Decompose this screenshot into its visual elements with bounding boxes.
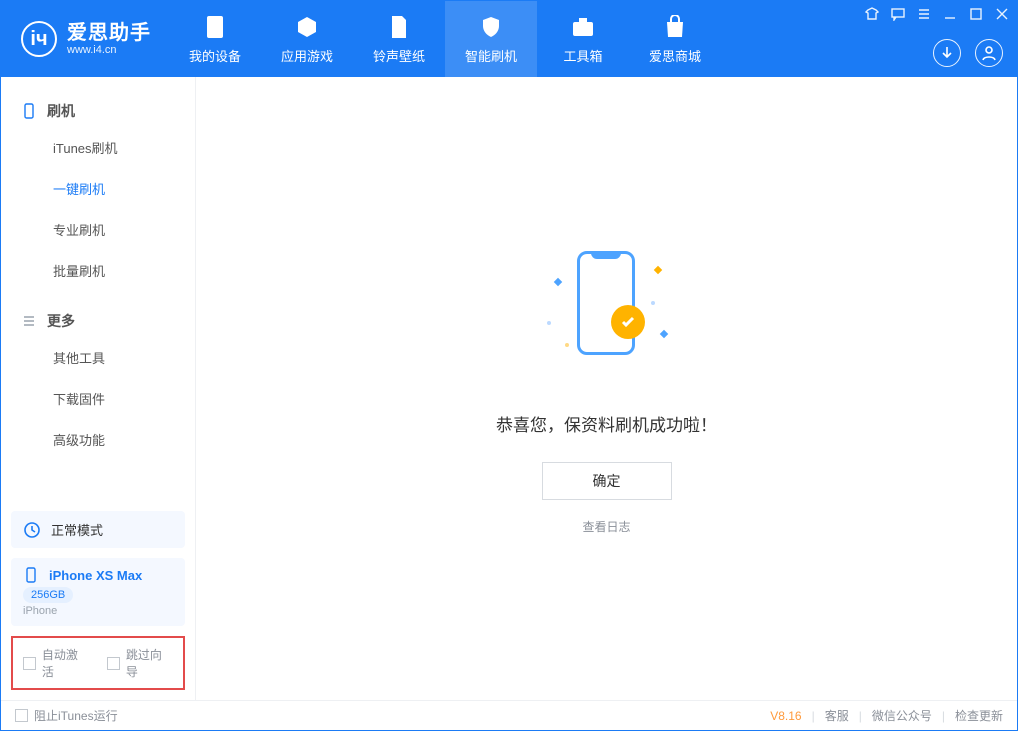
nav-batch-flash[interactable]: 批量刷机 — [1, 250, 195, 291]
header-actions — [933, 39, 1003, 67]
tab-label: 工具箱 — [563, 46, 602, 65]
nav-other-tools[interactable]: 其他工具 — [1, 337, 195, 378]
logo-icon: iч — [21, 21, 57, 57]
device-info-card[interactable]: iPhone XS Max 256GB iPhone — [11, 558, 185, 626]
success-message: 恭喜您，保资料刷机成功啦！ — [496, 411, 717, 436]
section-label: 更多 — [47, 311, 75, 331]
section-flash: 刷机 — [1, 95, 195, 127]
device-area: 正常模式 iPhone XS Max 256GB iPhone 自动激活 跳过向… — [1, 511, 195, 700]
account-button[interactable] — [975, 39, 1003, 67]
device-storage-badge: 256GB — [23, 587, 73, 603]
downloads-button[interactable] — [933, 39, 961, 67]
main-tabs: 我的设备 应用游戏 铃声壁纸 智能刷机 工具箱 爱思商城 — [169, 1, 721, 77]
checkbox-icon — [15, 709, 28, 722]
menu-icon[interactable] — [917, 7, 931, 21]
app-url: www.i4.cn — [67, 44, 151, 56]
cube-icon — [294, 14, 320, 40]
checkbox-label: 自动激活 — [42, 646, 89, 680]
main-content: 恭喜您，保资料刷机成功啦！ 确定 查看日志 — [196, 77, 1017, 700]
tab-store[interactable]: 爱思商城 — [629, 1, 721, 77]
shirt-icon[interactable] — [865, 7, 879, 21]
device-icon — [202, 14, 228, 40]
section-label: 刷机 — [47, 101, 75, 121]
feedback-icon[interactable] — [891, 7, 905, 21]
tab-smart-flash[interactable]: 智能刷机 — [445, 1, 537, 77]
nav-pro-flash[interactable]: 专业刷机 — [1, 209, 195, 250]
device-mode-label: 正常模式 — [51, 520, 103, 539]
app-name: 爱思助手 — [67, 22, 151, 44]
title-bar: iч 爱思助手 www.i4.cn 我的设备 应用游戏 铃声壁纸 智能刷机 工具… — [1, 1, 1017, 77]
minimize-icon[interactable] — [943, 7, 957, 21]
view-log-link[interactable]: 查看日志 — [582, 518, 630, 535]
sidebar: 刷机 iTunes刷机 一键刷机 专业刷机 批量刷机 更多 其他工具 下载固件 … — [1, 77, 196, 700]
tab-apps-games[interactable]: 应用游戏 — [261, 1, 353, 77]
checkbox-block-itunes[interactable]: 阻止iTunes运行 — [15, 707, 118, 724]
flash-options-highlight: 自动激活 跳过向导 — [11, 636, 185, 690]
link-wechat[interactable]: 微信公众号 — [872, 707, 932, 724]
close-icon[interactable] — [995, 7, 1009, 21]
checkbox-label: 跳过向导 — [126, 646, 173, 680]
tab-label: 我的设备 — [189, 46, 241, 65]
check-icon — [611, 305, 645, 339]
link-support[interactable]: 客服 — [825, 707, 849, 724]
tab-ringtones[interactable]: 铃声壁纸 — [353, 1, 445, 77]
phone-small-icon — [23, 567, 39, 583]
tab-toolbox[interactable]: 工具箱 — [537, 1, 629, 77]
device-model: iPhone XS Max — [49, 568, 142, 583]
device-mode-card[interactable]: 正常模式 — [11, 511, 185, 548]
tab-label: 智能刷机 — [465, 46, 517, 65]
tab-label: 铃声壁纸 — [373, 46, 425, 65]
status-bar: 阻止iTunes运行 V8.16 | 客服 | 微信公众号 | 检查更新 — [1, 700, 1017, 730]
checkbox-skip-guide[interactable]: 跳过向导 — [107, 646, 173, 680]
shield-refresh-icon — [478, 14, 504, 40]
music-file-icon — [386, 14, 412, 40]
maximize-icon[interactable] — [969, 7, 983, 21]
ok-button[interactable]: 确定 — [542, 462, 672, 500]
tab-my-device[interactable]: 我的设备 — [169, 1, 261, 77]
refresh-icon — [23, 521, 41, 539]
tab-label: 应用游戏 — [281, 46, 333, 65]
nav-one-click-flash[interactable]: 一键刷机 — [1, 168, 195, 209]
device-type: iPhone — [23, 605, 173, 617]
nav-itunes-flash[interactable]: iTunes刷机 — [1, 127, 195, 168]
version-label: V8.16 — [770, 709, 801, 723]
toolbox-icon — [570, 14, 596, 40]
checkbox-label: 阻止iTunes运行 — [34, 707, 118, 724]
checkbox-icon — [23, 657, 36, 670]
checkbox-icon — [107, 657, 120, 670]
success-panel: 恭喜您，保资料刷机成功啦！ 确定 查看日志 — [496, 243, 717, 535]
success-illustration — [537, 243, 677, 383]
link-check-update[interactable]: 检查更新 — [955, 707, 1003, 724]
window-controls — [865, 7, 1009, 21]
nav-advanced[interactable]: 高级功能 — [1, 419, 195, 460]
tab-label: 爱思商城 — [649, 46, 701, 65]
nav-download-firmware[interactable]: 下载固件 — [1, 378, 195, 419]
checkbox-auto-activate[interactable]: 自动激活 — [23, 646, 89, 680]
bag-icon — [662, 14, 688, 40]
app-logo: iч 爱思助手 www.i4.cn — [1, 1, 169, 77]
list-icon — [21, 313, 37, 329]
section-more: 更多 — [1, 305, 195, 337]
phone-icon — [21, 103, 37, 119]
